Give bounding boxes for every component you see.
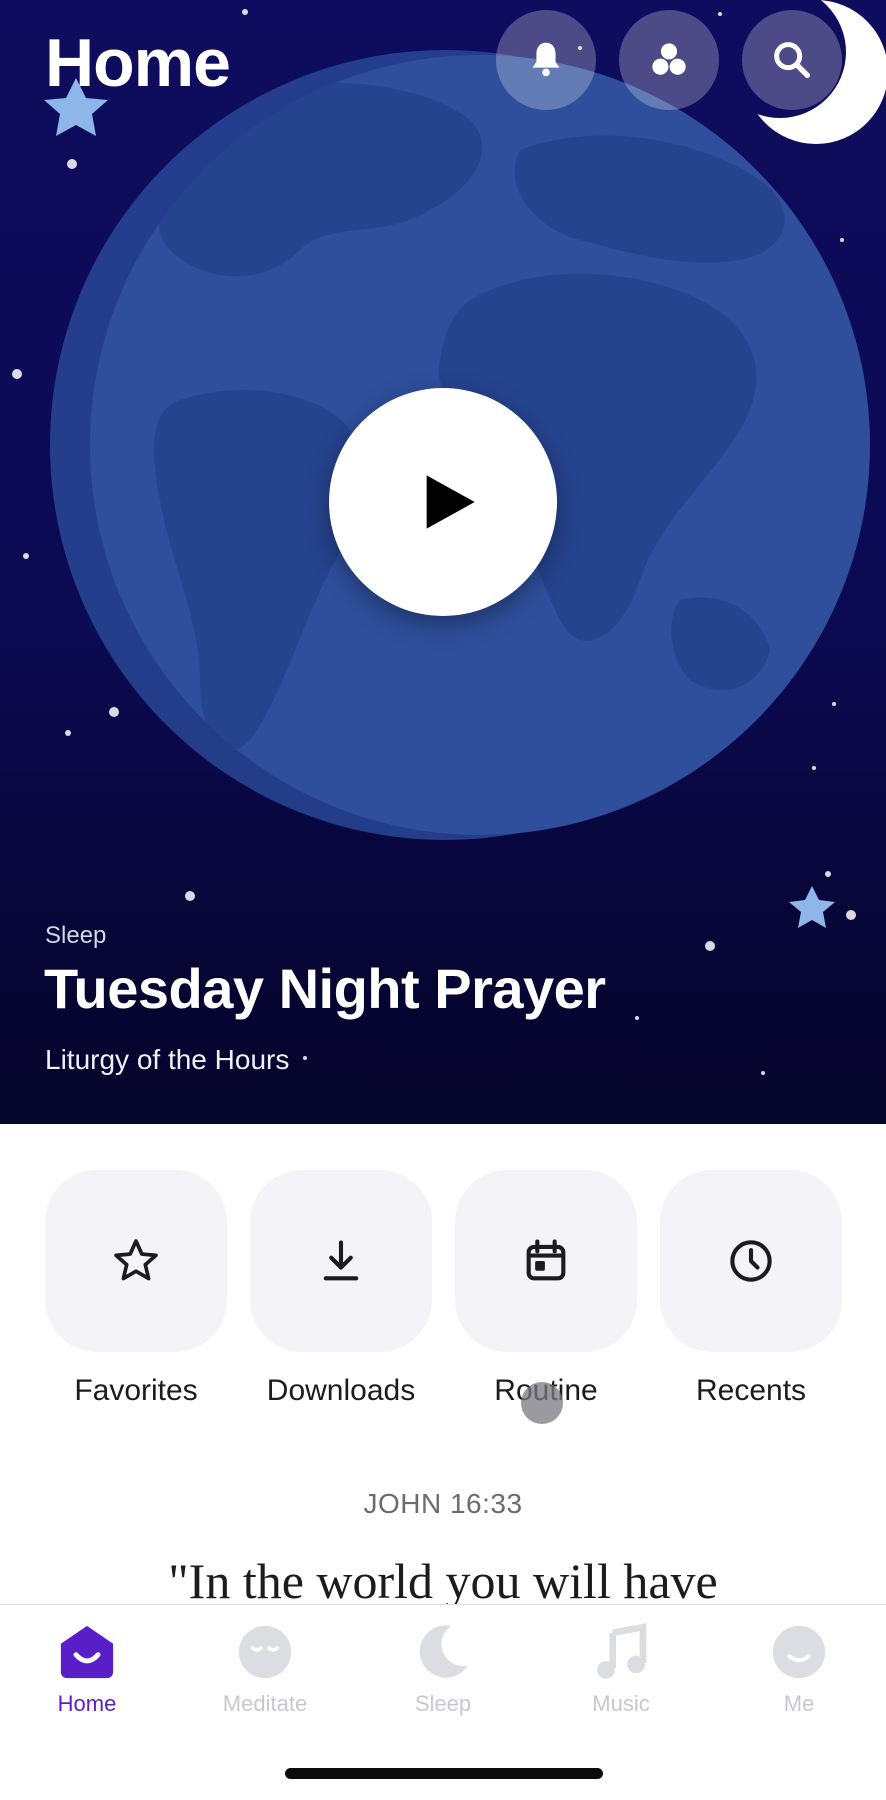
hero-category: Sleep [45, 922, 107, 949]
moon-icon [419, 1625, 468, 1678]
page-title: Home [45, 25, 231, 101]
hero-subtitle: Liturgy of the Hours [45, 1044, 290, 1075]
recents-tile[interactable] [660, 1170, 842, 1352]
downloads-label: Downloads [266, 1374, 416, 1407]
tab-me[interactable]: Me [724, 1619, 874, 1717]
tab-meditate[interactable]: Meditate [190, 1619, 340, 1717]
recents-label: Recents [695, 1374, 807, 1407]
tab-meditate-label: Meditate [222, 1691, 308, 1716]
meditate-icon [238, 1625, 292, 1679]
tab-music[interactable]: Music [546, 1619, 696, 1717]
home-indicator [285, 1768, 603, 1779]
search-icon [774, 42, 811, 79]
downloads-button[interactable]: Downloads [250, 1170, 432, 1408]
recents-button[interactable]: Recents [660, 1170, 842, 1408]
tab-sleep[interactable]: Sleep [368, 1619, 518, 1717]
bell-icon [532, 42, 560, 77]
downloads-tile[interactable] [250, 1170, 432, 1352]
quick-actions: Favorites Downloads Recents [0, 1170, 886, 1420]
play-icon [426, 475, 475, 529]
profile-icon [772, 1625, 826, 1679]
home-screen: Home Sleep Tuesday Night Prayer Liturgy … [0, 0, 886, 1800]
star-icon [114, 1239, 158, 1281]
circles-button[interactable] [619, 10, 719, 110]
search-button[interactable] [742, 10, 842, 110]
notifications-button[interactable] [496, 10, 596, 110]
play-button[interactable] [329, 388, 557, 616]
clock-icon [730, 1240, 772, 1282]
routine-tile[interactable] [455, 1170, 637, 1352]
favorites-button[interactable]: Favorites [45, 1170, 227, 1408]
home-icon [60, 1625, 114, 1679]
routine-button[interactable]: Routine [455, 1170, 637, 1408]
tab-home-label: Home [57, 1691, 117, 1716]
tab-me-label: Me [783, 1691, 815, 1716]
star-shape-right [789, 886, 835, 928]
hero-title[interactable]: Tuesday Night Prayer [44, 956, 606, 1021]
touch-indicator [521, 1382, 563, 1424]
tab-sleep-label: Sleep [414, 1691, 472, 1716]
calendar-icon [526, 1239, 566, 1281]
favorites-tile[interactable] [45, 1170, 227, 1352]
download-icon [323, 1240, 359, 1281]
hero-banner[interactable]: Home Sleep Tuesday Night Prayer Liturgy … [0, 0, 886, 1124]
music-note-icon [597, 1623, 647, 1679]
verse-text: "In the world you will have [168, 1553, 718, 1609]
favorites-label: Favorites [74, 1374, 198, 1407]
tab-home[interactable]: Home [12, 1619, 162, 1717]
tab-music-label: Music [592, 1691, 650, 1716]
verse-reference: JOHN 16:33 [363, 1488, 523, 1519]
circles-icon [652, 43, 686, 75]
